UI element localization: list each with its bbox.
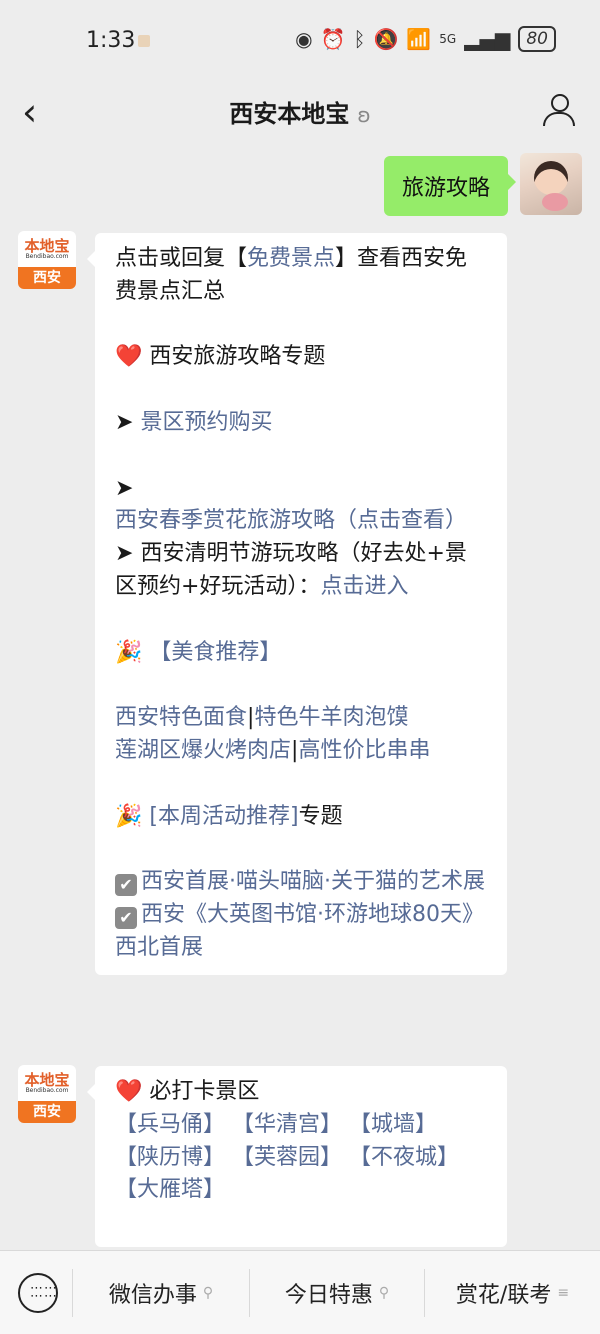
message-bubble: 点击或回复【免费景点】查看西安免费景点汇总 ❤️ 西安旅游攻略专题 ➤ 景区预约…: [87, 233, 507, 975]
user-avatar[interactable]: [520, 153, 582, 215]
spot-link[interactable]: 【不夜城】: [349, 1145, 459, 1170]
title-bar: ‹ 西安本地宝 ʚ: [0, 80, 600, 144]
free-spots-link[interactable]: 免费景点: [247, 246, 335, 271]
spot-link[interactable]: 【城墙】: [349, 1112, 437, 1137]
submenu-icon: ≡: [557, 1284, 570, 1301]
bluetooth-icon: ᛒ: [353, 27, 366, 51]
status-time: 1:33: [86, 28, 136, 53]
message-bubble: ❤️ 必打卡景区 【兵马俑】 【华清宫】 【城墙】 【陕历博】 【芙蓉园】 【不…: [87, 1066, 507, 1248]
spot-link[interactable]: 【芙蓉园】: [232, 1145, 342, 1170]
alarm-icon: ⏰: [320, 27, 346, 51]
arrow-icon: ➤: [115, 475, 134, 501]
link-icon: ⚲: [378, 1284, 390, 1301]
british-library-link[interactable]: 西安《大英图书馆·环游地球80天》西北首展: [115, 902, 484, 960]
checkbox-icon: ✔: [115, 906, 137, 929]
spot-link[interactable]: 【华清宫】: [232, 1112, 342, 1137]
checkbox-icon: ✔: [115, 874, 137, 897]
heart-icon: ❤️: [115, 344, 143, 370]
spot-link[interactable]: 【陕历博】: [115, 1145, 225, 1170]
spot-link[interactable]: 【兵马俑】: [115, 1112, 225, 1137]
spring-flower-link[interactable]: 西安春季赏花旅游攻略（点击查看）: [115, 508, 467, 533]
party-icon: 🎉: [115, 803, 143, 829]
food-link[interactable]: 【美食推荐】: [149, 640, 281, 665]
wifi-icon: 📶: [406, 27, 432, 51]
chat-title: 西安本地宝: [229, 100, 350, 128]
menu-item-weixin-services[interactable]: 微信办事 ⚲: [73, 1251, 249, 1334]
battery-icon: 80: [518, 26, 556, 52]
chuanchuan-link[interactable]: 高性价比串串: [298, 738, 430, 763]
noodles-link[interactable]: 西安特色面食: [115, 705, 247, 730]
link-icon: ⚲: [202, 1284, 214, 1301]
menu-item-flowers-exam[interactable]: 赏花/联考 ≡: [425, 1251, 600, 1334]
spot-link[interactable]: 【大雁塔】: [115, 1177, 225, 1202]
menu-item-daily-deals[interactable]: 今日特惠 ⚲: [250, 1251, 424, 1334]
profile-button[interactable]: [542, 94, 575, 126]
bot-avatar[interactable]: 本地宝 Bendibao.com 西安: [18, 231, 76, 289]
arrow-icon: ➤: [115, 541, 141, 567]
notification-icon: [138, 35, 150, 47]
ear-icon: ʚ: [357, 103, 371, 127]
signal-icon: ▂▄▆: [464, 27, 511, 51]
heart-icon: ❤️: [115, 1079, 143, 1104]
bbq-link[interactable]: 莲湖区爆火烤肉店: [115, 738, 291, 763]
cat-exhibition-link[interactable]: 西安首展·喵头喵脑·关于猫的艺术展: [141, 869, 485, 894]
eye-icon: ◉: [295, 27, 313, 51]
outgoing-message: 旅游攻略: [383, 156, 517, 216]
bot-avatar[interactable]: 本地宝 Bendibao.com 西安: [18, 1065, 76, 1123]
keyboard-icon[interactable]: ⋯⋯ ⋯⋯: [18, 1273, 58, 1313]
qingming-link[interactable]: 点击进入: [320, 574, 408, 599]
scenic-booking-link[interactable]: 景区预约购买: [140, 410, 272, 435]
network-label: 5G: [439, 32, 457, 46]
bottom-menu-bar: ⋯⋯ ⋯⋯ 微信办事 ⚲ 今日特惠 ⚲ 赏花/联考 ≡: [0, 1250, 600, 1334]
status-bar: 1:33 ◉ ⏰ ᛒ 🔕 📶 5G ▂▄▆ 80: [0, 0, 600, 80]
paomo-link[interactable]: 特色牛羊肉泡馍: [254, 705, 408, 730]
weekly-events-link[interactable]: [本周活动推荐]: [149, 804, 298, 829]
status-icons: ◉ ⏰ ᛒ 🔕 📶 5G ▂▄▆ 80: [295, 26, 556, 52]
mute-icon: 🔕: [373, 27, 399, 51]
party-icon: 🎉: [115, 639, 143, 665]
arrow-icon: ➤: [115, 409, 141, 435]
